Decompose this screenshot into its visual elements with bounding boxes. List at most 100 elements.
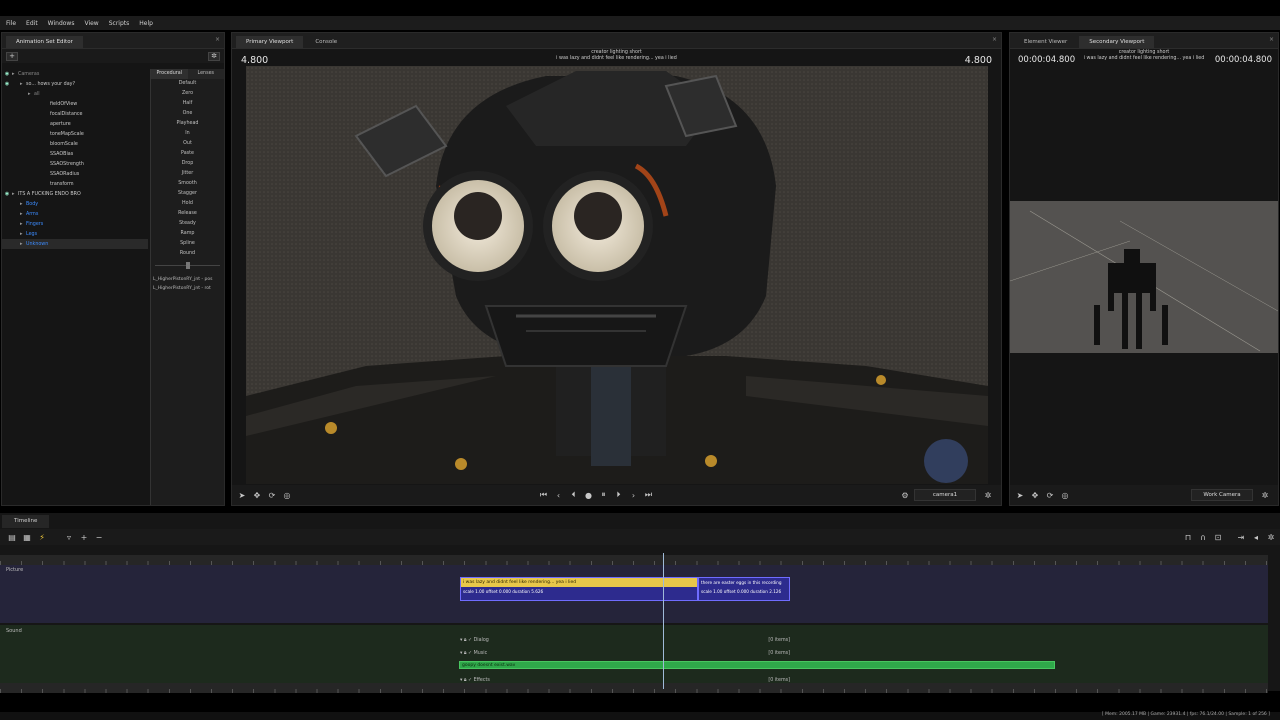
timeline-ruler-bottom[interactable] [0, 683, 1268, 693]
shot-clip[interactable]: there are easter eggs in this recording … [698, 577, 790, 601]
menu-help[interactable]: Help [139, 20, 153, 27]
menu-windows[interactable]: Windows [48, 20, 75, 27]
tab-console[interactable]: Console [305, 36, 348, 48]
slider-knob[interactable] [186, 262, 190, 269]
sound-subtrack[interactable]: ▾ 🔒︎ ✓ Dialog [0 items] [460, 635, 790, 645]
menu-edit[interactable]: Edit [26, 20, 38, 27]
procedural-button[interactable]: Smooth [151, 179, 224, 189]
skip-to-end-icon[interactable]: ⏭ [643, 489, 655, 501]
move-tool-icon[interactable]: ✥ [1029, 489, 1041, 501]
gear-icon[interactable]: ✲ [1265, 531, 1277, 543]
camera-options-icon[interactable]: ⚙ [899, 489, 911, 501]
scale-tool-icon[interactable]: ◎ [1059, 489, 1071, 501]
procedural-button[interactable]: Out [151, 139, 224, 149]
tree-item[interactable]: transform [2, 179, 148, 189]
clip-editor-icon[interactable]: ▤ [6, 531, 18, 543]
close-icon[interactable]: × [1269, 36, 1274, 43]
skip-to-start-icon[interactable]: ⏮ [538, 489, 550, 501]
procedural-button[interactable]: Playhead [151, 119, 224, 129]
lock-icon[interactable]: ⊡ [1212, 531, 1224, 543]
tree-item[interactable]: fieldOfView [2, 99, 148, 109]
tree-item[interactable]: ◉ ▸ ITS A FUCKING ENDO BRO [2, 189, 148, 199]
procedural-button[interactable]: Ramp [151, 229, 224, 239]
procedural-button[interactable]: Jitter [151, 169, 224, 179]
motion-editor-icon[interactable]: ▦ [21, 531, 33, 543]
primary-viewport-render[interactable] [246, 66, 988, 484]
camera-select[interactable]: camera1 [914, 489, 976, 501]
timeline-ruler[interactable] [0, 555, 1268, 565]
procedural-button[interactable]: Hold [151, 199, 224, 209]
procedural-button[interactable]: Drop [151, 159, 224, 169]
tab-timeline[interactable]: Timeline [2, 515, 50, 528]
close-icon[interactable]: × [992, 36, 997, 43]
add-icon[interactable]: + [6, 51, 18, 61]
tab-lenses[interactable]: Lenses [187, 69, 224, 79]
menu-view[interactable]: View [84, 20, 98, 27]
tree-item[interactable]: SSAOStrength [2, 159, 148, 169]
tab-element-viewer[interactable]: Element Viewer [1014, 36, 1078, 48]
tab-secondary-viewport[interactable]: Secondary Viewport [1079, 36, 1155, 48]
secondary-viewport-render[interactable] [1010, 201, 1278, 353]
tree-item[interactable]: ▸ Body [2, 199, 148, 209]
visibility-icon[interactable]: ◉ [2, 191, 12, 197]
tree-item[interactable]: ◉ ▸ so... hows your day? [2, 79, 148, 89]
procedural-button[interactable]: Zero [151, 89, 224, 99]
procedural-button[interactable]: One [151, 109, 224, 119]
tree-item[interactable]: ▸ Arms [2, 209, 148, 219]
procedural-button[interactable]: Stagger [151, 189, 224, 199]
remove-icon[interactable]: − [93, 531, 105, 543]
gear-icon[interactable]: ✲ [1259, 489, 1271, 501]
param-item[interactable]: L_HigherPistonRY_jnt - rot [151, 284, 224, 293]
tree-item[interactable]: ◉ ▸ Cameras [2, 69, 148, 79]
procedural-button[interactable]: Release [151, 209, 224, 219]
camera-select[interactable]: Work Camera [1191, 489, 1253, 501]
procedural-button[interactable]: Spline [151, 239, 224, 249]
scale-tool-icon[interactable]: ◎ [281, 489, 293, 501]
procedural-button[interactable]: Paste [151, 149, 224, 159]
tree-item[interactable]: toneMapScale [2, 129, 148, 139]
pause-icon[interactable]: ⏸ [598, 489, 610, 501]
procedural-button[interactable]: Steady [151, 219, 224, 229]
next-frame-icon[interactable]: › [628, 489, 640, 501]
procedural-button[interactable]: In [151, 129, 224, 139]
snap-icon[interactable]: ∩ [1197, 531, 1209, 543]
procedural-button[interactable]: Default [151, 79, 224, 89]
move-tool-icon[interactable]: ✥ [251, 489, 263, 501]
procedural-button[interactable]: Round [151, 249, 224, 259]
tree-item[interactable]: ▸ Unknown [2, 239, 148, 249]
tree-item[interactable]: focalDistance [2, 109, 148, 119]
rotate-tool-icon[interactable]: ⟳ [1044, 489, 1056, 501]
sound-subtrack[interactable]: ▾ 🔒︎ ✓ Music [0 items] [460, 648, 790, 658]
gear-icon[interactable]: ✲ [208, 51, 220, 61]
close-icon[interactable]: × [215, 36, 220, 43]
filter-icon[interactable]: ▿ [63, 531, 75, 543]
visibility-icon[interactable]: ◉ [2, 81, 12, 87]
param-item[interactable]: L_HigherPistonRY_jnt - pos [151, 275, 224, 284]
music-clip[interactable]: goopy doesnt exist.wav [459, 661, 1055, 669]
graph-editor-icon[interactable]: ⚡ [36, 531, 48, 543]
tab-animation-set-editor[interactable]: Animation Set Editor [6, 36, 83, 48]
volume-icon[interactable]: ◂ [1250, 531, 1262, 543]
tree-item[interactable]: ▸ Fingers [2, 219, 148, 229]
tree-item[interactable]: ▸ Legs [2, 229, 148, 239]
magnet-icon[interactable]: ⊓ [1182, 531, 1194, 543]
gear-icon[interactable]: ✲ [982, 489, 994, 501]
tree-item[interactable]: SSAOBias [2, 149, 148, 159]
step-back-icon[interactable]: ⏴ [568, 489, 580, 501]
tree-item[interactable]: SSAORadius [2, 169, 148, 179]
prev-frame-icon[interactable]: ‹ [553, 489, 565, 501]
tree-item[interactable]: bloomScale [2, 139, 148, 149]
tree-item[interactable]: ▸ all [2, 89, 148, 99]
add-icon[interactable]: + [78, 531, 90, 543]
playhead[interactable] [663, 553, 664, 689]
step-forward-icon[interactable]: ⏵ [613, 489, 625, 501]
tab-procedural[interactable]: Procedural [151, 69, 188, 79]
menu-scripts[interactable]: Scripts [109, 20, 130, 27]
menu-file[interactable]: File [6, 20, 16, 27]
tree-item[interactable]: aperture [2, 119, 148, 129]
zoom-fit-icon[interactable]: ⇥ [1235, 531, 1247, 543]
select-tool-icon[interactable]: ➤ [236, 489, 248, 501]
tab-primary-viewport[interactable]: Primary Viewport [236, 36, 304, 48]
rotate-tool-icon[interactable]: ⟳ [266, 489, 278, 501]
procedural-button[interactable]: Half [151, 99, 224, 109]
